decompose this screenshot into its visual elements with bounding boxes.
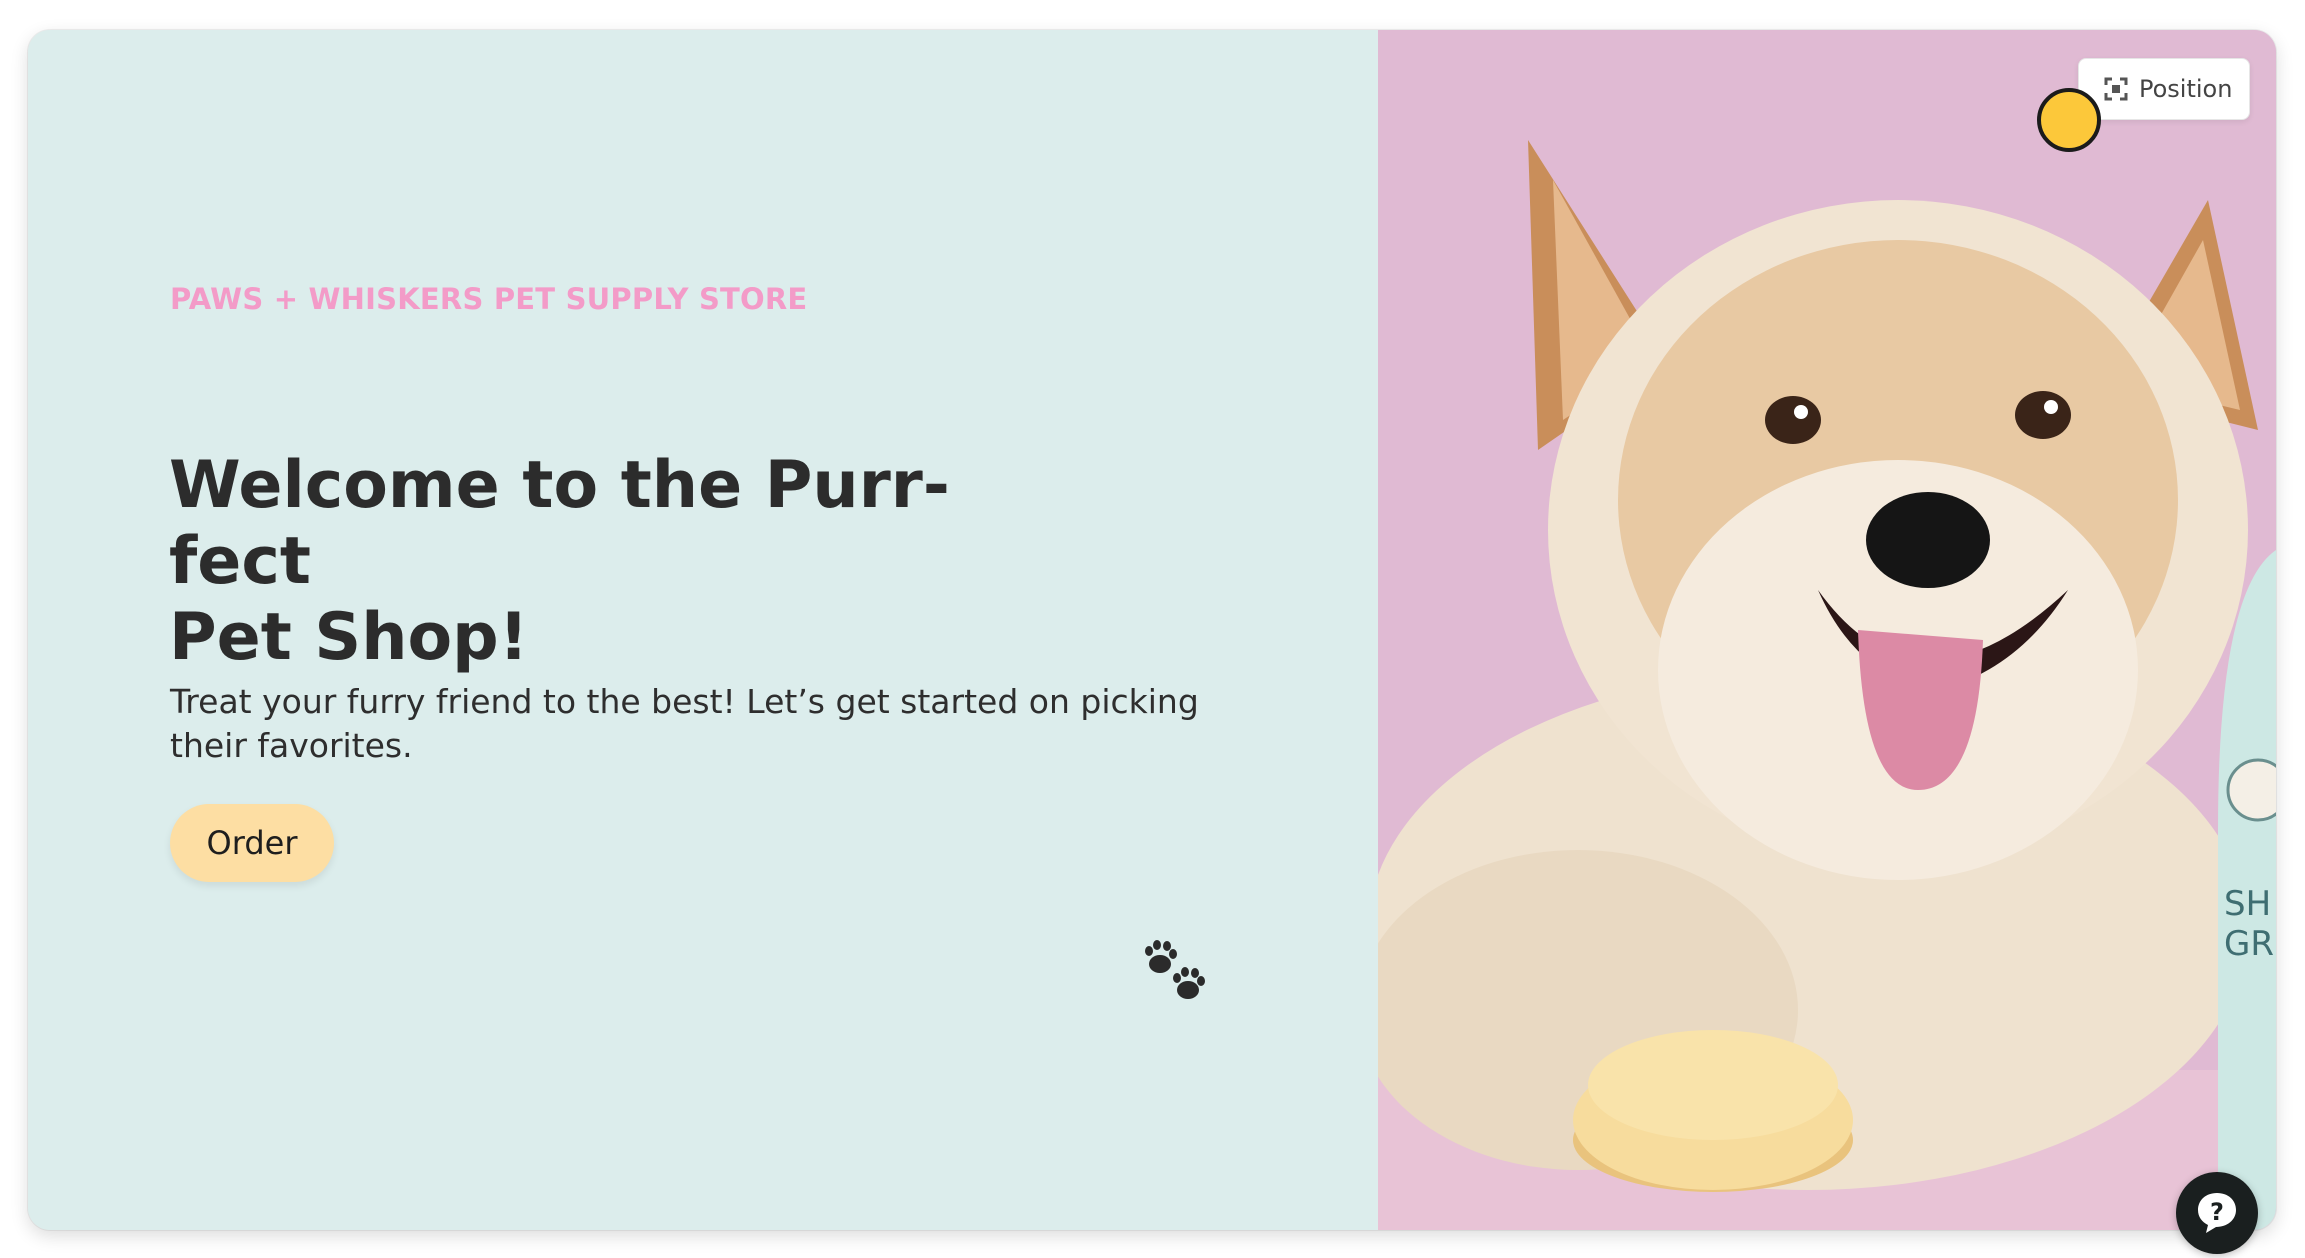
position-label: Position (2139, 75, 2233, 103)
page-title-line2: Pet Shop! (169, 600, 529, 675)
hero-subtext: Treat your furry friend to the best! Let… (170, 682, 1199, 765)
expand-icon (2104, 77, 2128, 101)
dog-photo: SH GR (1378, 30, 2276, 1230)
help-icon: ? (2198, 1193, 2236, 1233)
bottle-label-line1: SH (2224, 884, 2271, 924)
hero-text-panel: PAWS + WHISKERS PET SUPPLY STORE Welcome… (28, 30, 1378, 1230)
page-title-line1: Welcome to the Purr-fect (169, 448, 950, 599)
hero-card: PAWS + WHISKERS PET SUPPLY STORE Welcome… (28, 30, 2276, 1230)
help-button[interactable]: ? (2176, 1172, 2258, 1254)
help-symbol: ? (2210, 1198, 2224, 1226)
page-title: Welcome to the Purr-fect Pet Shop! (169, 448, 1049, 676)
hero-image-panel: SH GR (1378, 30, 2276, 1230)
position-button[interactable]: Position (2078, 58, 2250, 120)
order-button[interactable]: Order (170, 804, 334, 882)
paw-prints-icon (1145, 940, 1205, 999)
store-name: PAWS + WHISKERS PET SUPPLY STORE (170, 282, 808, 316)
cursor-indicator (2037, 88, 2101, 152)
bottle-label-line2: GR (2224, 924, 2274, 964)
